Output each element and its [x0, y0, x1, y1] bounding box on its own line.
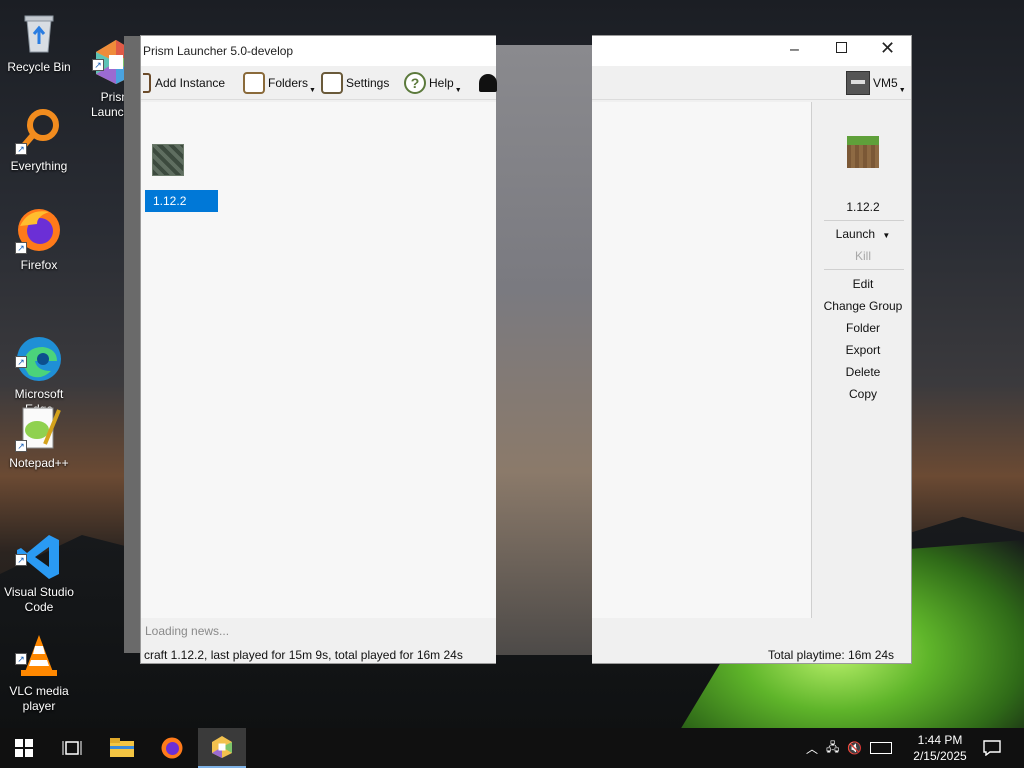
- export-button[interactable]: Export: [821, 340, 905, 360]
- shortcut-arrow-icon: ↗: [15, 440, 27, 452]
- show-hidden-icons-chevron-icon[interactable]: ︿: [806, 740, 818, 757]
- status-bar-total-playtime: Total playtime: 16m 24s: [768, 648, 895, 662]
- window-title: Prism Launcher 5.0-develop: [143, 44, 294, 58]
- clock-time: 1:44 PM: [917, 733, 963, 747]
- help-question-icon: ?: [404, 72, 426, 94]
- launch-label: Launch: [835, 227, 876, 241]
- folder-icon: [243, 72, 265, 94]
- status-bar-instance-info: craft 1.12.2, last played for 15m 9s, to…: [144, 648, 463, 662]
- close-button[interactable]: ✕: [880, 38, 895, 59]
- network-icon[interactable]: 🖧: [826, 738, 839, 759]
- account-name: VM5: [873, 76, 898, 90]
- settings-label: Settings: [346, 76, 390, 90]
- folder-button[interactable]: Folder: [821, 318, 905, 338]
- folders-label: Folders: [268, 76, 309, 90]
- change-group-button[interactable]: Change Group: [821, 296, 905, 316]
- firefox-icon: [161, 737, 183, 759]
- cat-icon: [479, 74, 497, 92]
- folders-button[interactable]: Folders ▼: [243, 70, 316, 96]
- keyboard-icon[interactable]: [870, 742, 893, 754]
- settings-button[interactable]: Settings: [321, 70, 389, 96]
- add-instance-button[interactable]: Add Instance: [143, 70, 225, 96]
- clock-date: 2/15/2025: [913, 749, 967, 763]
- desktop-icon-firefox[interactable]: ↗ Firefox: [1, 206, 77, 273]
- desktop-icon-label: Everything: [10, 159, 68, 173]
- desktop-icon-label: Firefox: [20, 258, 58, 272]
- title-bar[interactable]: Prism Launcher 5.0-develop: [141, 36, 496, 66]
- prism-launcher-window-left: Prism Launcher 5.0-develop Add Instance …: [140, 35, 497, 664]
- account-button[interactable]: VM5 ▼: [846, 70, 906, 96]
- prism-launcher-window-right: – ✕ VM5 ▼ 1.12.2 Launch ▼ Kill Edit Chan…: [592, 35, 912, 664]
- instance-item-label[interactable]: 1.12.2: [145, 190, 218, 212]
- edge-icon: ↗: [15, 320, 63, 381]
- instance-list[interactable]: 1.12.2: [141, 102, 496, 618]
- windows-logo-icon: [15, 739, 33, 757]
- instance-icon: [152, 144, 184, 176]
- settings-list-icon: [321, 72, 343, 94]
- shortcut-arrow-icon: ↗: [15, 554, 27, 566]
- prism-launcher-icon: [212, 736, 232, 758]
- minimize-button[interactable]: –: [790, 41, 799, 59]
- everything-search-icon: ↗: [15, 107, 63, 155]
- clock[interactable]: 1:44 PM 2/15/2025: [908, 728, 972, 768]
- notification-icon: [983, 740, 1001, 756]
- action-center-button[interactable]: [980, 728, 1004, 768]
- task-view-icon: [62, 741, 82, 755]
- vscode-icon: ↗: [15, 518, 63, 579]
- maximize-button[interactable]: [836, 42, 847, 53]
- desktop-icon-label: Recycle Bin: [7, 60, 71, 74]
- instance-preview-icon: [847, 136, 879, 168]
- desktop-icon-everything[interactable]: ↗ Everything: [1, 107, 77, 174]
- chevron-down-icon: ▼: [309, 86, 316, 94]
- task-view-button[interactable]: [48, 728, 96, 768]
- vlc-cone-icon: ↗: [15, 617, 63, 676]
- firefox-taskbar-button[interactable]: [148, 728, 196, 768]
- edit-button[interactable]: Edit: [821, 274, 905, 294]
- desktop-icon-label: Notepad++: [9, 456, 69, 470]
- wallpaper-gap: [495, 45, 595, 655]
- instance-sidebar: 1.12.2 Launch ▼ Kill Edit Change Group F…: [820, 102, 906, 618]
- divider: [824, 269, 904, 270]
- start-button[interactable]: [0, 728, 48, 768]
- file-explorer-button[interactable]: [98, 728, 146, 768]
- volume-muted-icon[interactable]: 🔇: [847, 741, 862, 755]
- help-button[interactable]: ? Help ▼: [404, 70, 462, 96]
- instance-name-label: 1.12.2: [846, 200, 880, 214]
- shortcut-arrow-icon: ↗: [15, 653, 27, 665]
- recycle-bin-icon: [15, 8, 63, 56]
- kill-button[interactable]: Kill: [821, 246, 905, 266]
- chevron-down-icon: ▼: [882, 231, 891, 240]
- shortcut-arrow-icon: ↗: [15, 242, 27, 254]
- chevron-down-icon: ▼: [898, 86, 906, 94]
- account-avatar: [846, 71, 870, 95]
- shortcut-arrow-icon: ↗: [15, 356, 27, 368]
- notepad-plus-plus-icon: ↗: [15, 404, 63, 452]
- add-instance-label: Add Instance: [155, 76, 226, 90]
- file-explorer-icon: [110, 738, 134, 757]
- instance-list-continued[interactable]: [592, 102, 812, 618]
- desktop-icon-label: VLC media player: [9, 684, 69, 713]
- add-instance-icon: [143, 73, 151, 93]
- firefox-icon: ↗: [15, 206, 63, 254]
- toolbar-right: VM5 ▼: [592, 66, 911, 100]
- main-toolbar: Add Instance Folders ▼ Settings ? Help ▼: [141, 66, 497, 100]
- prism-launcher-taskbar-button[interactable]: [198, 728, 246, 768]
- copy-button[interactable]: Copy: [821, 384, 905, 404]
- shortcut-arrow-icon: ↗: [92, 59, 104, 71]
- cat-button[interactable]: [479, 70, 497, 96]
- shortcut-arrow-icon: ↗: [15, 143, 27, 155]
- desktop-icon-recycle-bin[interactable]: Recycle Bin: [1, 8, 77, 75]
- help-label: Help: [429, 76, 454, 90]
- desktop-icon-notepad-plus-plus[interactable]: ↗ Notepad++: [1, 404, 77, 471]
- news-ticker[interactable]: Loading news...: [145, 624, 229, 638]
- title-bar-right[interactable]: – ✕: [592, 36, 911, 66]
- launch-button[interactable]: Launch ▼: [821, 224, 905, 244]
- system-tray: ︿ 🖧 🔇: [806, 728, 906, 768]
- desktop-icon-vlc[interactable]: ↗ VLC media player: [1, 602, 77, 729]
- chevron-down-icon: ▼: [454, 86, 462, 94]
- taskbar: ︿ 🖧 🔇 1:44 PM 2/15/2025: [0, 728, 1024, 768]
- delete-button[interactable]: Delete: [821, 362, 905, 382]
- divider: [824, 220, 904, 221]
